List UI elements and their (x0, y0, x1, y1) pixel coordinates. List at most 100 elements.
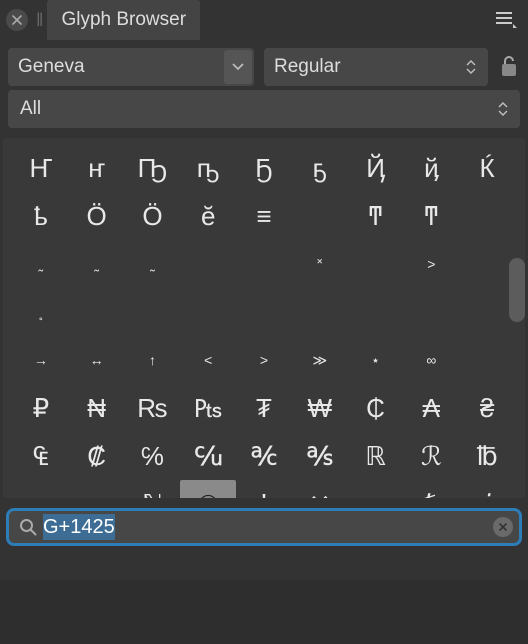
close-button[interactable] (6, 9, 28, 31)
glyph-cell[interactable]: ℛ (403, 432, 459, 480)
glyph-cell[interactable]: ₮ (236, 384, 292, 432)
glyph-cell[interactable]: Ҧ (125, 144, 181, 192)
glyph-cell[interactable]: † (236, 480, 292, 498)
glyph-cell[interactable]: ˷ (13, 240, 69, 288)
glyph-cell[interactable]: ͳ (403, 192, 459, 240)
glyph-filter-value: All (20, 98, 41, 120)
unlock-icon (500, 55, 518, 79)
glyph-cell[interactable]: ↔ (69, 336, 125, 384)
glyph-cell[interactable]: ℔ (459, 432, 515, 480)
glyph-cell[interactable]: ₠ (13, 432, 69, 480)
glyph-cell[interactable]: ≡ (236, 192, 292, 240)
glyph-cell[interactable]: ℀ (236, 432, 292, 480)
filter-row: All (0, 90, 528, 138)
dropdown-stepper (498, 90, 512, 128)
glyph-cell[interactable]: ∞ (403, 336, 459, 384)
glyph-cell[interactable] (348, 240, 404, 288)
glyph-cell[interactable]: ₋ (348, 480, 404, 498)
glyph-cell[interactable]: TEL (13, 480, 69, 498)
lock-toggle[interactable] (498, 52, 520, 82)
dropdown-arrow (224, 50, 252, 84)
glyph-cell[interactable]: ͳ (348, 192, 404, 240)
glyph-cell[interactable] (236, 240, 292, 288)
glyph-cell[interactable] (348, 288, 404, 336)
glyph-cell[interactable]: ℗ (180, 480, 236, 498)
glyph-cell[interactable]: Ҕ (236, 144, 292, 192)
glyph-grid[interactable]: ҤҥҦҧҔҕҊҋЌҍӦӦӗ≡ͳͳ˷˷˷˟˃˳→↔↑<>≫⋆∞₽₦₨₧₮₩₵₳₴₠… (3, 138, 525, 498)
glyph-cell[interactable] (459, 288, 515, 336)
glyph-cell[interactable]: ₡ (69, 432, 125, 480)
glyph-cell[interactable]: ⅉ (459, 480, 515, 498)
glyph-cell[interactable] (292, 288, 348, 336)
menu-lines-icon (494, 10, 518, 30)
glyph-cell[interactable]: ҋ (403, 144, 459, 192)
glyph-cell[interactable] (459, 192, 515, 240)
glyph-cell[interactable]: ℏ (403, 480, 459, 498)
glyph-cell[interactable]: ₩ (292, 384, 348, 432)
glyph-cell[interactable]: ˃ (403, 240, 459, 288)
glyph-cell[interactable]: ℁ (292, 432, 348, 480)
header-divider: ‖ (36, 10, 43, 31)
glyph-cell[interactable] (403, 288, 459, 336)
clear-search-button[interactable] (493, 517, 513, 537)
tab-label: Glyph Browser (61, 9, 186, 31)
glyph-cell[interactable]: FAX (69, 480, 125, 498)
glyph-cell[interactable]: ⋆ (348, 336, 404, 384)
glyph-cell[interactable]: Ҥ (13, 144, 69, 192)
glyph-cell[interactable] (459, 336, 515, 384)
chevron-up-icon (466, 60, 476, 66)
glyph-cell[interactable] (459, 240, 515, 288)
glyph-cell[interactable]: ₵ (348, 384, 404, 432)
glyph-cell[interactable]: > (236, 336, 292, 384)
glyph-cell[interactable]: ˟ (292, 240, 348, 288)
font-style-dropdown[interactable]: Regular (264, 48, 488, 86)
glyph-cell[interactable]: ℝ (348, 432, 404, 480)
glyph-cell[interactable]: Ќ (459, 144, 515, 192)
glyph-cell[interactable]: ℆ (180, 432, 236, 480)
glyph-cell[interactable] (292, 192, 348, 240)
glyph-cell[interactable]: Ҋ (348, 144, 404, 192)
glyph-cell[interactable]: ҕ (292, 144, 348, 192)
glyph-cell[interactable]: Ӧ (125, 192, 181, 240)
panel-menu-button[interactable] (494, 10, 518, 30)
chevron-down-icon (498, 110, 508, 116)
glyph-cell[interactable]: ℕ (125, 480, 181, 498)
glyph-cell[interactable]: ₨ (125, 384, 181, 432)
glyph-cell[interactable]: < (180, 336, 236, 384)
search-input[interactable]: G+1425 (43, 516, 487, 539)
font-family-dropdown[interactable]: Geneva (8, 48, 254, 86)
glyph-cell[interactable]: ӗ (180, 192, 236, 240)
chevron-up-icon (498, 102, 508, 108)
font-family-value: Geneva (18, 56, 85, 78)
glyph-cell[interactable] (180, 288, 236, 336)
scrollbar-thumb[interactable] (509, 258, 525, 322)
search-field[interactable]: G+1425 (6, 508, 522, 546)
glyph-cell[interactable]: ҧ (180, 144, 236, 192)
glyph-cell[interactable]: ≫ (292, 336, 348, 384)
glyph-cell[interactable]: ₳ (403, 384, 459, 432)
dropdown-stepper (466, 48, 480, 86)
glyph-cell[interactable]: ₧ (180, 384, 236, 432)
glyph-cell[interactable]: ✕ (292, 480, 348, 498)
glyph-cell[interactable] (125, 288, 181, 336)
glyph-cell[interactable] (236, 288, 292, 336)
search-value: G+1425 (43, 514, 115, 540)
glyph-cell[interactable]: → (13, 336, 69, 384)
glyph-filter-dropdown[interactable]: All (8, 90, 520, 128)
tab-glyph-browser[interactable]: Glyph Browser (47, 0, 200, 40)
glyph-cell[interactable]: ₴ (459, 384, 515, 432)
glyph-cell[interactable] (69, 288, 125, 336)
font-style-value: Regular (274, 56, 341, 78)
glyph-cell[interactable]: ₦ (69, 384, 125, 432)
glyph-cell[interactable]: ˷ (125, 240, 181, 288)
glyph-cell[interactable] (180, 240, 236, 288)
glyph-cell[interactable]: ↑ (125, 336, 181, 384)
glyph-cell[interactable]: ˳ (13, 288, 69, 336)
glyph-cell[interactable]: Ӧ (69, 192, 125, 240)
glyph-cell[interactable]: ҥ (69, 144, 125, 192)
glyph-cell[interactable]: ҍ (13, 192, 69, 240)
glyph-cell[interactable]: ₽ (13, 384, 69, 432)
glyph-cell[interactable]: ℅ (125, 432, 181, 480)
close-icon (12, 15, 22, 25)
glyph-cell[interactable]: ˷ (69, 240, 125, 288)
